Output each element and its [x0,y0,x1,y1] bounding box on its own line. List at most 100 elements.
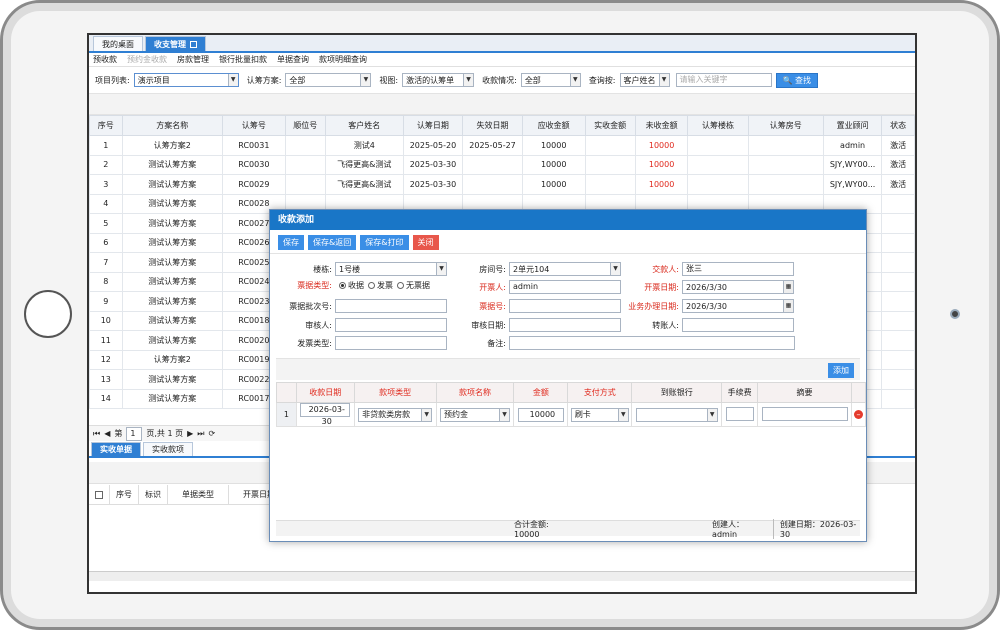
invoice-type-input[interactable] [335,336,447,350]
table-cell [284,135,326,156]
col-header[interactable]: 实收金额 [584,115,636,136]
auditor-label: 审核人: [305,320,332,330]
table-cell [584,135,636,156]
col-header[interactable]: 应收金额 [521,115,586,136]
menu-item-prereceipt[interactable]: 预收款 [93,54,117,65]
invoice-type-label: 发票类型: [297,338,332,348]
table-row[interactable]: 3 测试认筹方案 RC0029 飞得更高&测试 2025-03-30 10000 10000… [89,174,915,195]
col-header[interactable]: 状态 [881,115,915,136]
detail-bank-select[interactable]: ▼ [635,407,718,422]
project-select[interactable]: 演示项目 ▼ [133,73,239,87]
menu-item-deposit[interactable]: 预约金收款 [127,54,167,65]
search-input[interactable]: 请输入关键字 [675,73,772,87]
footer-bar [89,571,915,581]
ticket-no-input[interactable] [509,299,621,313]
table-cell [747,174,824,195]
detail-type-select[interactable]: 非贷款类房款 ▼ [358,407,433,422]
plan-select[interactable]: 全部 ▼ [285,73,372,87]
query-value: 客户姓名 [623,75,656,85]
home-button[interactable] [24,290,72,338]
auditor-input[interactable] [335,318,447,332]
batch-input[interactable] [335,299,447,313]
col-header[interactable]: 认筹楼栋 [687,115,749,136]
tab-items[interactable]: 实收款项 [143,442,193,456]
view-select[interactable]: 激活的认筹单 ▼ [402,73,475,87]
refresh-icon[interactable]: ⟳ [208,429,215,438]
room-value: 2单元104 [513,264,550,274]
col-header[interactable]: 失效日期 [462,115,523,136]
room-select[interactable]: 2单元104 ▼ [509,262,621,276]
issue-date-input[interactable]: 2026/3/30 ▦ [682,280,794,294]
detail-method-select[interactable]: 刷卡 ▼ [570,407,629,422]
col-header[interactable]: 置业顾问 [822,115,883,136]
first-page-icon[interactable]: ⏮ [93,429,100,439]
detail-amount-input[interactable]: 10000 [517,407,564,422]
biz-date-value: 2026/3/30 [686,301,728,311]
col-header[interactable]: 方案名称 [121,115,223,136]
col-summary: 摘要 [757,382,852,403]
page-input[interactable]: 1 [126,426,143,441]
table-cell: 认筹方案2 [121,135,223,156]
query-select[interactable]: 客户姓名 ▼ [619,73,670,87]
table-cell [881,232,915,253]
audit-date-input[interactable] [509,318,621,332]
ticket-type-label: 票据类型: [297,281,332,290]
menu-item-housepay[interactable]: 房款管理 [177,54,209,65]
detail-fee-input[interactable] [725,406,754,421]
biz-date-input[interactable]: 2026/3/30 ▦ [682,299,794,313]
delete-row-icon[interactable]: – [853,410,863,419]
detail-name-select[interactable]: 预约金 ▼ [440,407,511,422]
menu-item-bank[interactable]: 银行批量扣款 [219,54,267,65]
chevron-down-icon: ▼ [610,263,620,275]
bottom-table-header: 序号 标识 单据类型 开票日期 [89,484,290,505]
next-page-icon[interactable]: ▶ [187,429,193,438]
building-select[interactable]: 1号楼 ▼ [335,262,447,276]
page-suffix: 页,共 1 页 [146,429,184,438]
save-return-button[interactable]: 保存&返回 [308,235,357,250]
col-header[interactable]: 顺位号 [284,115,326,136]
biz-date-label: 业务办理日期: [628,301,679,311]
menu-item-detail-query[interactable]: 款项明细查询 [319,54,367,65]
save-button[interactable]: 保存 [278,235,304,250]
table-cell: 2 [89,154,123,175]
payer-input[interactable]: 张三 [682,262,794,276]
radio-invoice[interactable] [368,282,375,289]
search-button[interactable]: 🔍 查找 [775,72,819,88]
radio-receipt-label: 收据 [348,281,364,290]
col-header[interactable]: 认筹房号 [747,115,824,136]
tab-desktop[interactable]: 我的桌面 [93,36,143,51]
remark-input[interactable] [509,336,795,350]
tab-receipts[interactable]: 实收单据 [91,442,141,456]
col-method: 支付方式 [567,382,633,403]
col-header[interactable]: 认筹号 [221,115,286,136]
radio-receipt[interactable] [339,282,346,289]
save-print-button[interactable]: 保存&打印 [360,235,409,250]
col-header[interactable]: 客户姓名 [324,115,404,136]
tab-close-icon[interactable] [190,41,197,48]
prev-page-icon[interactable]: ◀ [104,429,110,438]
col-header[interactable]: 序号 [89,115,123,136]
detail-date-input[interactable]: 2026-03-30 [300,403,351,426]
project-value: 演示项目 [137,75,170,85]
menu-item-bill-query[interactable]: 单据查询 [277,54,309,65]
col-header[interactable]: 认筹日期 [402,115,464,136]
col-header[interactable]: 未收金额 [634,115,689,136]
drawer-input[interactable]: admin [509,280,621,294]
receipt-select[interactable]: 全部 ▼ [520,73,581,87]
detail-summary-input[interactable] [761,406,848,421]
close-button[interactable]: 关闭 [412,235,439,250]
transfer-input[interactable] [682,318,794,332]
radio-none[interactable] [397,282,404,289]
table-row[interactable]: 2 测试认筹方案 RC0030 飞得更高&测试 2025-03-30 10000 10000… [89,154,915,175]
table-row[interactable]: 1 认筹方案2 RC0031 测试4 2025-05-20 2025-05-27 10000… [89,135,915,156]
calendar-icon[interactable]: ▦ [783,281,793,293]
col-fee: 手续费 [721,382,759,403]
calendar-icon[interactable]: ▦ [783,300,793,312]
add-row-button[interactable]: 添加 [828,363,854,378]
last-page-icon[interactable]: ⏭ [197,429,204,439]
tab-finance[interactable]: 收支管理 [145,36,206,51]
table-cell: RC0030 [221,154,286,175]
table-cell: 测试认筹方案 [121,154,223,175]
table-cell: 4 [89,193,123,214]
select-all-checkbox[interactable] [89,484,110,505]
